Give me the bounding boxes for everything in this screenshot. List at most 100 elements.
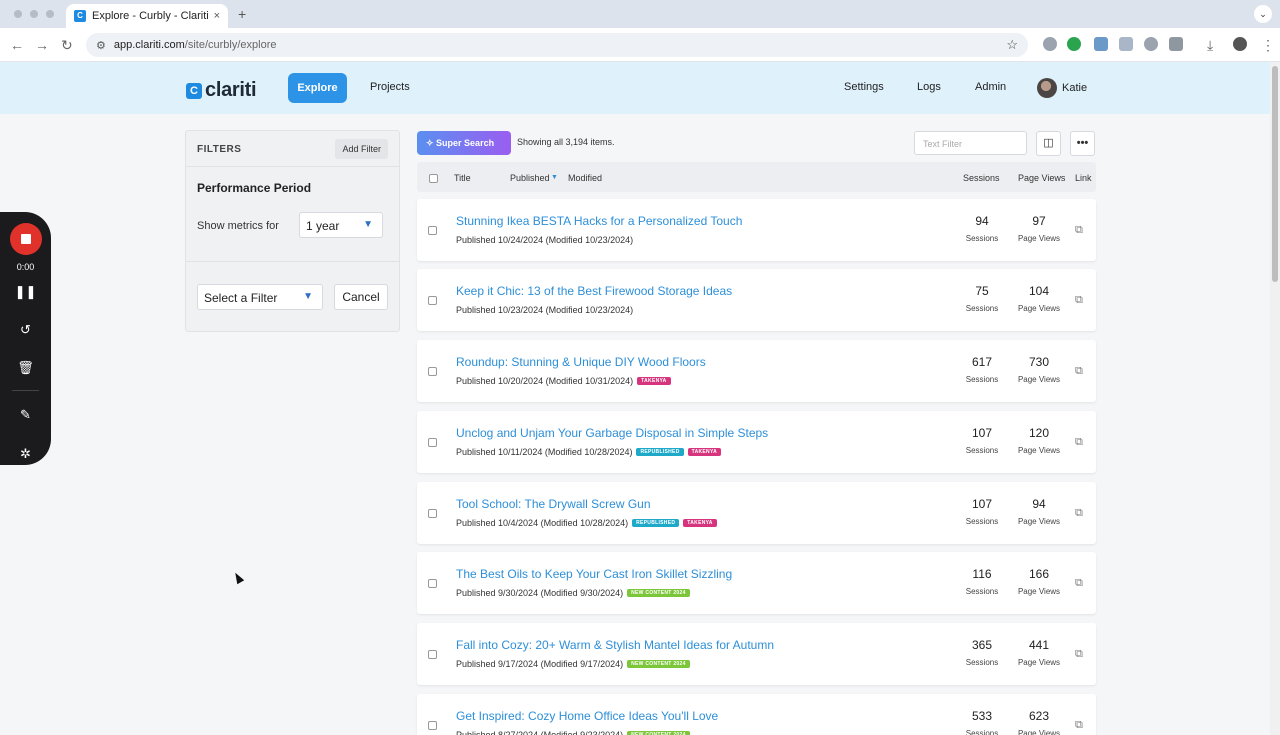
user-avatar[interactable] [1037, 78, 1057, 98]
more-icon[interactable]: ••• [1070, 131, 1095, 156]
tag-badge[interactable]: NEW CONTENT 2024 [627, 660, 690, 668]
sessions-value: 617 [971, 355, 993, 369]
extension-icon[interactable] [1094, 37, 1108, 51]
row-checkbox[interactable] [428, 650, 437, 659]
column-page-views[interactable]: Page Views [1018, 173, 1065, 183]
tag-badge[interactable]: NEW CONTENT 2024 [627, 589, 690, 597]
row-checkbox[interactable] [428, 367, 437, 376]
nav-explore[interactable]: Explore [288, 73, 347, 103]
row-checkbox[interactable] [428, 438, 437, 447]
tag-badge[interactable]: REPUBLISHED [636, 448, 684, 456]
article-title-link[interactable]: The Best Oils to Keep Your Cast Iron Ski… [456, 567, 732, 581]
cancel-button[interactable]: Cancel [334, 284, 388, 310]
extension-icon[interactable] [1043, 37, 1057, 51]
browser-tab[interactable]: C Explore - Curbly - Clariti × [66, 4, 228, 28]
nav-settings[interactable]: Settings [844, 81, 884, 93]
article-title-link[interactable]: Stunning Ikea BESTA Hacks for a Personal… [456, 214, 742, 228]
select-all-checkbox[interactable] [429, 174, 438, 183]
row-checkbox[interactable] [428, 509, 437, 518]
external-link-icon[interactable]: ⧉ [1075, 507, 1083, 520]
extension-icon[interactable] [1067, 37, 1081, 51]
publish-dates: Published 8/27/2024 (Modified 9/23/2024) [456, 730, 624, 735]
stop-recording-button[interactable] [10, 223, 42, 255]
table-row[interactable]: Tool School: The Drywall Screw Gun Publi… [417, 482, 1096, 544]
close-tab-icon[interactable]: × [214, 10, 220, 22]
column-sessions[interactable]: Sessions [963, 173, 1000, 183]
sessions-value: 107 [971, 497, 993, 511]
add-filter-button[interactable]: Add Filter [335, 139, 388, 159]
tag-badge[interactable]: TAKENYA [683, 519, 717, 527]
extension-icon[interactable] [1119, 37, 1133, 51]
table-row[interactable]: Stunning Ikea BESTA Hacks for a Personal… [417, 199, 1096, 261]
row-checkbox[interactable] [428, 296, 437, 305]
period-select[interactable]: 1 year ▼ [299, 212, 383, 238]
user-name[interactable]: Katie [1062, 82, 1087, 94]
back-icon[interactable]: ← [10, 37, 24, 53]
page-views-value: 166 [1028, 567, 1050, 581]
extensions-puzzle-icon[interactable] [1169, 37, 1183, 51]
article-title-link[interactable]: Tool School: The Drywall Screw Gun [456, 497, 651, 511]
forward-icon[interactable]: → [35, 37, 49, 53]
tag-badge[interactable]: NEW CONTENT 2024 [627, 731, 690, 735]
sessions-value: 365 [971, 638, 993, 652]
column-title[interactable]: Title [454, 173, 471, 183]
nav-logs[interactable]: Logs [917, 81, 941, 93]
trash-icon[interactable]: 🗑 [0, 360, 51, 376]
new-tab-button[interactable]: + [238, 6, 246, 22]
text-filter-input[interactable]: Text Filter [914, 131, 1027, 155]
table-row[interactable]: Get Inspired: Cozy Home Office Ideas You… [417, 694, 1096, 735]
article-title-link[interactable]: Roundup: Stunning & Unique DIY Wood Floo… [456, 355, 706, 369]
article-title-link[interactable]: Keep it Chic: 13 of the Best Firewood St… [456, 284, 732, 298]
external-link-icon[interactable]: ⧉ [1075, 224, 1083, 237]
pen-icon[interactable]: ✎ [0, 407, 51, 423]
table-row[interactable]: Keep it Chic: 13 of the Best Firewood St… [417, 269, 1096, 331]
external-link-icon[interactable]: ⧉ [1075, 365, 1083, 378]
tab-search-icon[interactable]: ⌄ [1254, 5, 1272, 23]
clariti-logo[interactable]: C clariti [186, 79, 257, 102]
nav-projects[interactable]: Projects [370, 81, 410, 93]
table-row[interactable]: Fall into Cozy: 20+ Warm & Stylish Mante… [417, 623, 1096, 685]
download-icon[interactable]: ⤓ [1207, 37, 1213, 54]
column-published[interactable]: Published [510, 173, 550, 183]
row-checkbox[interactable] [428, 579, 437, 588]
effects-icon[interactable]: ✲ [0, 446, 51, 462]
external-link-icon[interactable]: ⧉ [1075, 648, 1083, 661]
reload-icon[interactable]: ↻ [61, 37, 73, 54]
table-row[interactable]: Unclog and Unjam Your Garbage Disposal i… [417, 411, 1096, 473]
scrollbar-thumb[interactable] [1272, 66, 1278, 282]
pause-icon[interactable]: ❚❚ [0, 284, 51, 300]
window-controls[interactable] [14, 10, 54, 18]
nav-admin[interactable]: Admin [975, 81, 1006, 93]
sort-desc-icon[interactable]: ▼ [551, 174, 558, 181]
article-meta: Published 10/24/2024 (Modified 10/23/202… [456, 235, 633, 245]
chevron-down-icon: ▼ [363, 219, 373, 230]
external-link-icon[interactable]: ⧉ [1075, 436, 1083, 449]
article-meta: Published 9/30/2024 (Modified 9/30/2024)… [456, 588, 690, 598]
article-title-link[interactable]: Get Inspired: Cozy Home Office Ideas You… [456, 709, 718, 723]
tag-badge[interactable]: REPUBLISHED [632, 519, 680, 527]
columns-icon[interactable]: ◫ [1036, 131, 1061, 156]
site-settings-icon[interactable]: ⚙ [96, 39, 106, 52]
tag-badge[interactable]: TAKENYA [637, 377, 671, 385]
article-title-link[interactable]: Unclog and Unjam Your Garbage Disposal i… [456, 426, 768, 440]
browser-menu-icon[interactable]: ⋮ [1261, 37, 1275, 54]
bookmark-star-icon[interactable]: ☆ [1006, 37, 1018, 53]
period-value: 1 year [306, 219, 340, 233]
extension-icon[interactable] [1144, 37, 1158, 51]
url-field[interactable]: ⚙ app.clariti.com/site/curbly/explore ☆ [86, 33, 1028, 57]
tag-badge[interactable]: TAKENYA [687, 448, 722, 456]
restart-icon[interactable]: ↺ [0, 322, 51, 338]
filter-select[interactable]: Select a Filter ▼ [197, 284, 323, 310]
external-link-icon[interactable]: ⧉ [1075, 577, 1083, 590]
article-title-link[interactable]: Fall into Cozy: 20+ Warm & Stylish Mante… [456, 638, 774, 652]
row-checkbox[interactable] [428, 721, 437, 730]
column-modified[interactable]: Modified [568, 173, 602, 183]
sessions-label: Sessions [965, 446, 999, 455]
row-checkbox[interactable] [428, 226, 437, 235]
super-search-button[interactable]: ✧ Super Search [417, 131, 511, 155]
profile-avatar-icon[interactable] [1233, 37, 1247, 51]
table-row[interactable]: The Best Oils to Keep Your Cast Iron Ski… [417, 552, 1096, 614]
external-link-icon[interactable]: ⧉ [1075, 294, 1083, 307]
table-row[interactable]: Roundup: Stunning & Unique DIY Wood Floo… [417, 340, 1096, 402]
external-link-icon[interactable]: ⧉ [1075, 719, 1083, 732]
